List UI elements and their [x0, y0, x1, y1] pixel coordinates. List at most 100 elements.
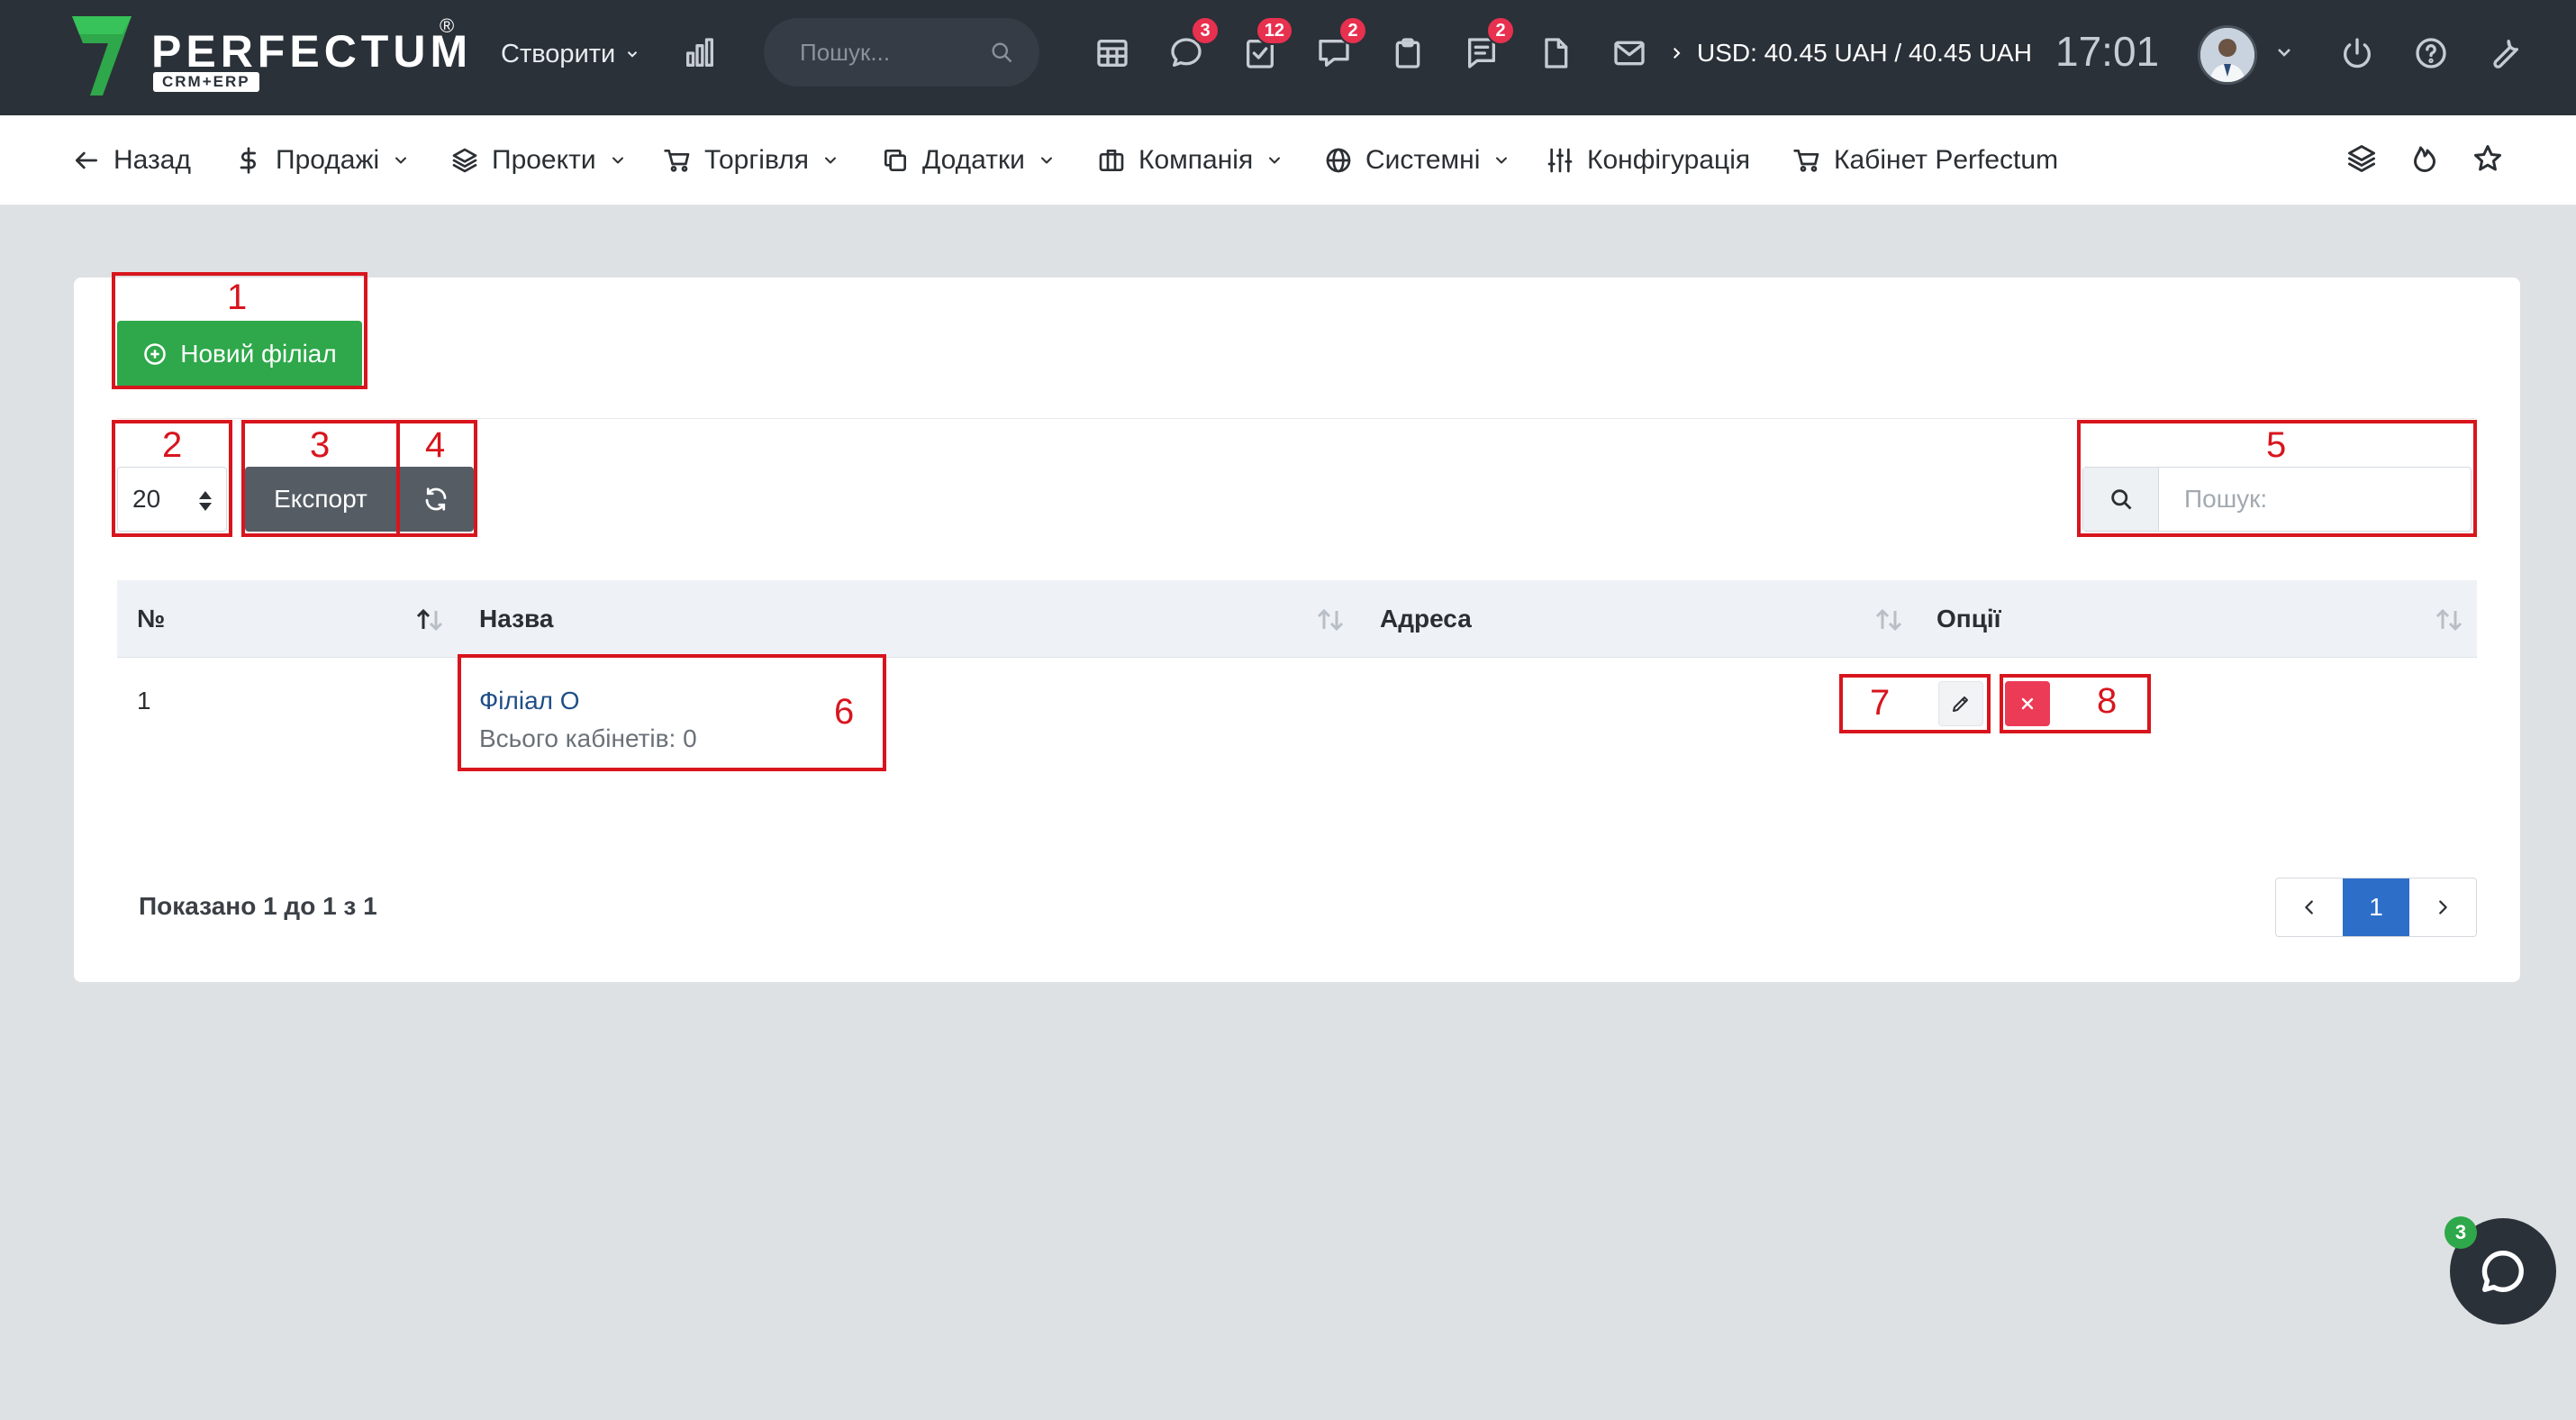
clipboard-icon[interactable]	[1387, 32, 1429, 74]
table-header: № Назва Адреса Опції	[117, 580, 2477, 658]
logo[interactable]: PERFECTUM ® CRM+ERP	[72, 14, 468, 99]
plus-circle-icon	[144, 343, 167, 365]
chevron-down-icon	[1040, 157, 1052, 164]
chevron-down-icon	[824, 157, 836, 164]
column-options[interactable]: Опції	[1937, 580, 2001, 658]
nav-system[interactable]: Системні	[1324, 141, 1510, 180]
arrow-left-icon	[76, 151, 97, 169]
chevron-right-icon	[2439, 900, 2447, 915]
new-branch-button[interactable]: Новий філіал	[117, 321, 362, 387]
globe-icon	[1326, 148, 1351, 173]
nav-config-label: Конфігурація	[1587, 145, 1751, 175]
fire-icon[interactable]	[2408, 142, 2444, 178]
prev-page-button[interactable]	[2276, 878, 2343, 936]
mail-icon[interactable]	[1609, 32, 1650, 74]
branch-name-link[interactable]: Філіал О	[479, 687, 580, 715]
top-search-input[interactable]	[764, 18, 989, 86]
sort-icon[interactable]	[2434, 607, 2464, 633]
annotation-number: 4	[425, 425, 446, 465]
column-number[interactable]: №	[137, 580, 165, 658]
currency-text: USD: 40.45 UAH / 40.45 UAH	[1697, 39, 2032, 67]
table-info: Показано 1 до 1 з 1	[139, 892, 377, 920]
chat-widget-button[interactable]: 3	[2444, 1216, 2556, 1324]
logo-text: PERFECTUM	[151, 26, 473, 77]
pagination: 1	[2275, 878, 2477, 937]
column-address[interactable]: Адреса	[1380, 580, 1472, 658]
power-icon[interactable]	[2336, 32, 2378, 74]
page-size-select[interactable]: 20	[117, 467, 227, 532]
annotation-number: 5	[2266, 425, 2287, 465]
chat-bubble-icon	[2481, 1251, 2524, 1292]
nav-addons[interactable]: Додатки	[881, 141, 1056, 180]
table-search-input[interactable]	[2161, 468, 2467, 531]
nav-company[interactable]: Компанія	[1097, 141, 1283, 180]
search-addon	[2083, 468, 2159, 531]
export-button[interactable]: Експорт	[245, 467, 396, 532]
file-icon[interactable]	[1535, 32, 1576, 74]
nav-back[interactable]: Назад	[72, 141, 191, 180]
nav-cabinet[interactable]: Кабінет Perfectum	[1792, 141, 2058, 180]
refresh-icon	[425, 487, 447, 511]
top-search[interactable]	[764, 18, 1039, 86]
chevron-left-icon	[2305, 900, 2313, 915]
nav-projects[interactable]: Проекти	[450, 141, 627, 180]
task-check-icon[interactable]: 12	[1239, 16, 1293, 74]
top-bar: PERFECTUM ® CRM+ERP Створити 3 12 2 2	[0, 0, 2576, 115]
nav-bar: Назад Продажі Проекти Торгівля Додатки К…	[0, 115, 2576, 205]
next-page-button[interactable]	[2409, 878, 2476, 936]
dollar-icon	[240, 147, 256, 174]
column-name[interactable]: Назва	[479, 580, 553, 658]
search-icon	[2110, 489, 2131, 510]
nav-sales-label: Продажі	[276, 145, 380, 175]
help-icon[interactable]	[2410, 32, 2452, 74]
analytics-icon[interactable]	[679, 32, 721, 74]
page-button-current[interactable]: 1	[2343, 878, 2409, 936]
new-branch-label: Новий філіал	[180, 340, 337, 368]
cart-icon	[664, 150, 690, 172]
sort-icon[interactable]	[1315, 607, 1346, 633]
cart-icon	[1793, 150, 1819, 172]
nav-sales[interactable]: Продажі	[234, 141, 410, 180]
chevron-down-icon	[612, 157, 623, 164]
search-icon	[992, 42, 1012, 63]
notes-icon[interactable]: 2	[1461, 16, 1515, 74]
annotation-number: 8	[2097, 681, 2118, 721]
chevron-down-icon	[628, 51, 638, 58]
sort-icon[interactable]	[1873, 607, 1904, 633]
layers-icon[interactable]	[2345, 142, 2381, 178]
chevron-down-icon	[1269, 157, 1281, 164]
sort-asc-icon[interactable]	[414, 607, 445, 633]
chevron-right-icon	[1673, 48, 1681, 59]
wrench-icon[interactable]	[2484, 32, 2526, 74]
copy-icon	[884, 150, 906, 171]
nav-system-label: Системні	[1365, 145, 1481, 175]
nav-company-label: Компанія	[1138, 145, 1254, 175]
create-menu[interactable]: Створити	[501, 36, 640, 72]
annotation-number: 3	[310, 425, 331, 465]
calendar-icon[interactable]	[1092, 32, 1133, 74]
nav-addons-label: Додатки	[922, 145, 1025, 175]
nav-config[interactable]: Конфігурація	[1546, 141, 1750, 180]
avatar-chevron-down-icon[interactable]	[2273, 41, 2295, 63]
nav-cabinet-label: Кабінет Perfectum	[1834, 145, 2059, 175]
edit-button[interactable]	[1938, 681, 1983, 726]
notes-badge: 2	[1486, 16, 1515, 45]
nav-projects-label: Проекти	[492, 145, 596, 175]
sort-updown-icon	[199, 491, 212, 511]
chat-icon[interactable]: 2	[1313, 16, 1367, 74]
message-badge: 3	[1191, 16, 1220, 45]
table-search[interactable]	[2082, 467, 2472, 532]
nav-trade-label: Торгівля	[704, 145, 809, 175]
user-avatar-icon	[2200, 28, 2254, 82]
message-icon[interactable]: 3	[1166, 16, 1220, 74]
star-icon[interactable]	[2472, 142, 2508, 178]
nav-trade[interactable]: Торгівля	[663, 141, 839, 180]
annotation-number: 1	[227, 278, 248, 317]
refresh-button[interactable]	[398, 467, 474, 532]
annotation-number: 6	[834, 692, 855, 732]
avatar[interactable]	[2198, 25, 2257, 85]
logo-mark-icon	[72, 16, 132, 96]
delete-button[interactable]	[2005, 681, 2050, 726]
currency-rate[interactable]: USD: 40.45 UAH / 40.45 UAH	[1668, 34, 2032, 72]
nav-back-label: Назад	[113, 145, 191, 175]
